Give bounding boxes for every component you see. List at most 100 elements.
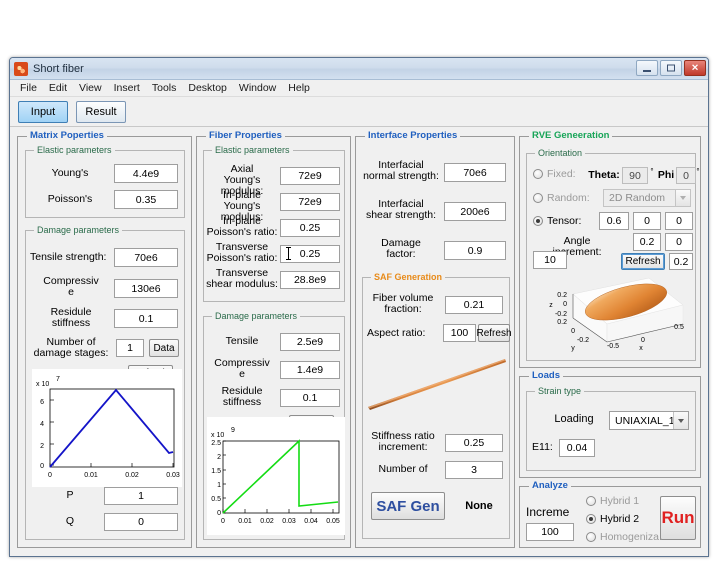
tab-input[interactable]: Input <box>18 101 68 123</box>
menu-item-edit[interactable]: Edit <box>43 81 73 96</box>
input-fiber-transverse-shear[interactable]: 28.8e9 <box>280 271 340 289</box>
svg-text:2: 2 <box>40 443 44 450</box>
panel-matrix-properties: Matrix Poperties Elastic parameters Youn… <box>17 136 192 548</box>
input-tensor-3[interactable]: 0 <box>665 212 693 230</box>
menu-item-insert[interactable]: Insert <box>108 81 146 96</box>
svg-text:2.5: 2.5 <box>211 440 221 447</box>
label-fiber-transverse-poissons: Transverse Poisson's ratio: <box>206 242 278 264</box>
label-matrix-residue-stiffness: Residule stiffness <box>30 307 112 329</box>
input-fiber-residue-stiffness[interactable]: 0.1 <box>280 389 340 407</box>
group-title-matrix-damage: Damage parameters <box>34 225 122 235</box>
input-stiffness-ratio-increment[interactable]: 0.25 <box>445 434 503 452</box>
minimize-button[interactable] <box>636 60 658 76</box>
group-matrix-damage: Damage parameters Tensile strength: 70e6… <box>25 230 185 540</box>
label-matrix-damage-stages: Number of damage stages: <box>28 337 114 359</box>
svg-text:-0.2: -0.2 <box>577 337 589 344</box>
saf-aspect-refresh-button[interactable]: Refresh <box>478 324 510 342</box>
close-button[interactable]: ✕ <box>684 60 706 76</box>
input-tensor-5[interactable]: 0 <box>665 233 693 251</box>
label-loading: Loading <box>543 414 605 425</box>
fiber-render-svg <box>365 350 509 422</box>
menu-item-help[interactable]: Help <box>282 81 316 96</box>
radio-label-hybrid-1: Hybrid 1 <box>600 495 639 507</box>
title-bar: Short fiber ✕ <box>10 58 708 80</box>
input-aspect-ratio[interactable]: 100 <box>443 324 476 342</box>
saf-gen-button[interactable]: SAF Gen <box>371 492 445 520</box>
radio-icon-hybrid-2 <box>586 514 596 524</box>
chevron-down-icon <box>675 190 690 206</box>
input-fiber-volume-fraction[interactable]: 0.21 <box>445 296 503 314</box>
application-window: Short fiber ✕ File Edit View Insert Tool… <box>9 57 709 557</box>
menu-item-tools[interactable]: Tools <box>146 81 183 96</box>
group-title-fiber-elastic: Elastic parameters <box>212 145 293 155</box>
input-tensor-1[interactable]: 0.6 <box>599 212 629 230</box>
label-fiber-compressive: Compressiv e <box>206 358 278 380</box>
label-damage-factor: Damage factor: <box>362 238 440 260</box>
select-random-mode[interactable]: 2D Random <box>603 189 691 207</box>
input-matrix-poissons[interactable]: 0.35 <box>114 190 178 209</box>
tab-result[interactable]: Result <box>76 101 126 123</box>
input-fiber-inplane-poissons[interactable]: 0.25 <box>280 219 340 237</box>
select-loading-value: UNIAXIAL_1 <box>615 415 675 427</box>
input-increment[interactable]: 100 <box>526 523 574 541</box>
svg-text:6: 6 <box>40 399 44 406</box>
input-matrix-residue-stiffness[interactable]: 0.1 <box>114 309 178 328</box>
input-tensor-4[interactable]: 0.2 <box>633 233 661 251</box>
svg-text:0.03: 0.03 <box>282 518 296 525</box>
group-strain-type: Strain type Loading UNIAXIAL_1 E11: 0.04 <box>526 391 696 471</box>
menu-item-file[interactable]: File <box>14 81 43 96</box>
menu-item-window[interactable]: Window <box>233 81 282 96</box>
radio-orientation-fixed[interactable]: Fixed: <box>533 168 576 180</box>
radio-orientation-random[interactable]: Random: <box>533 192 590 204</box>
input-theta[interactable]: 90 <box>622 167 648 184</box>
group-saf-generation: SAF Generation Fiber volume fraction: 0.… <box>362 277 510 539</box>
radio-hybrid-2[interactable]: Hybrid 2 <box>586 513 639 525</box>
input-tensor-6[interactable]: 0.2 <box>669 253 693 270</box>
input-fiber-axial-youngs[interactable]: 72e9 <box>280 167 340 185</box>
svg-text:0.01: 0.01 <box>84 472 98 479</box>
label-matrix-tensile-strength: Tensile strength: <box>30 252 112 263</box>
input-matrix-damage-stages[interactable]: 1 <box>116 339 144 357</box>
data-button[interactable]: Data <box>149 339 179 357</box>
input-matrix-tensile-strength[interactable]: 70e6 <box>114 248 178 267</box>
input-matrix-youngs[interactable]: 4.4e9 <box>114 164 178 183</box>
input-interfacial-shear-strength[interactable]: 200e6 <box>444 202 506 221</box>
input-matrix-compressive[interactable]: 130e6 <box>114 279 178 298</box>
svg-text:z: z <box>549 302 553 309</box>
chart-matrix-svg: x 10 7 0 2 4 6 <box>32 369 182 487</box>
label-increment: Increme <box>526 507 588 518</box>
menu-item-view[interactable]: View <box>73 81 108 96</box>
radio-hybrid-1[interactable]: Hybrid 1 <box>586 495 639 507</box>
input-number-of[interactable]: 3 <box>445 461 503 479</box>
maximize-button[interactable] <box>660 60 682 76</box>
run-button[interactable]: Run <box>660 496 696 540</box>
input-matrix-p[interactable]: 1 <box>104 487 178 505</box>
input-phi[interactable]: 0 <box>676 167 696 184</box>
input-damage-factor[interactable]: 0.9 <box>444 241 506 260</box>
input-fiber-tensile[interactable]: 2.5e9 <box>280 333 340 351</box>
input-interfacial-normal-strength[interactable]: 70e6 <box>444 163 506 182</box>
input-matrix-q[interactable]: 0 <box>104 513 178 531</box>
input-fiber-compressive[interactable]: 1.4e9 <box>280 361 340 379</box>
radio-homogenization[interactable]: Homogeniza... <box>586 531 668 543</box>
menu-item-desktop[interactable]: Desktop <box>182 81 233 96</box>
rve-refresh-button[interactable]: Refresh <box>621 253 665 270</box>
select-loading[interactable]: UNIAXIAL_1 <box>609 411 689 430</box>
radio-orientation-tensor[interactable]: Tensor: <box>533 215 581 227</box>
input-e11[interactable]: 0.04 <box>559 439 595 457</box>
label-stiffness-ratio-increment: Stiffness ratio increment: <box>365 431 441 453</box>
input-angle-increment[interactable]: 10 <box>533 251 567 269</box>
svg-text:0.5: 0.5 <box>674 324 684 331</box>
label-interfacial-normal-strength: Interfacial normal strength: <box>362 160 440 182</box>
radio-icon-hybrid-1 <box>586 496 596 506</box>
text-cursor <box>288 247 289 260</box>
group-fiber-elastic: Elastic parameters Axial Young's modulus… <box>203 150 345 302</box>
panel-title-rve: RVE Geneeration <box>529 130 612 141</box>
matlab-icon <box>14 62 28 76</box>
input-tensor-2[interactable]: 0 <box>633 212 661 230</box>
unit-phi-degree: ° <box>694 166 702 177</box>
panel-title-analyze: Analyze <box>529 480 571 491</box>
label-interfacial-shear-strength: Interfacial shear strength: <box>362 199 440 221</box>
input-fiber-inplane-youngs[interactable]: 72e9 <box>280 193 340 211</box>
group-title-orientation: Orientation <box>535 148 585 158</box>
